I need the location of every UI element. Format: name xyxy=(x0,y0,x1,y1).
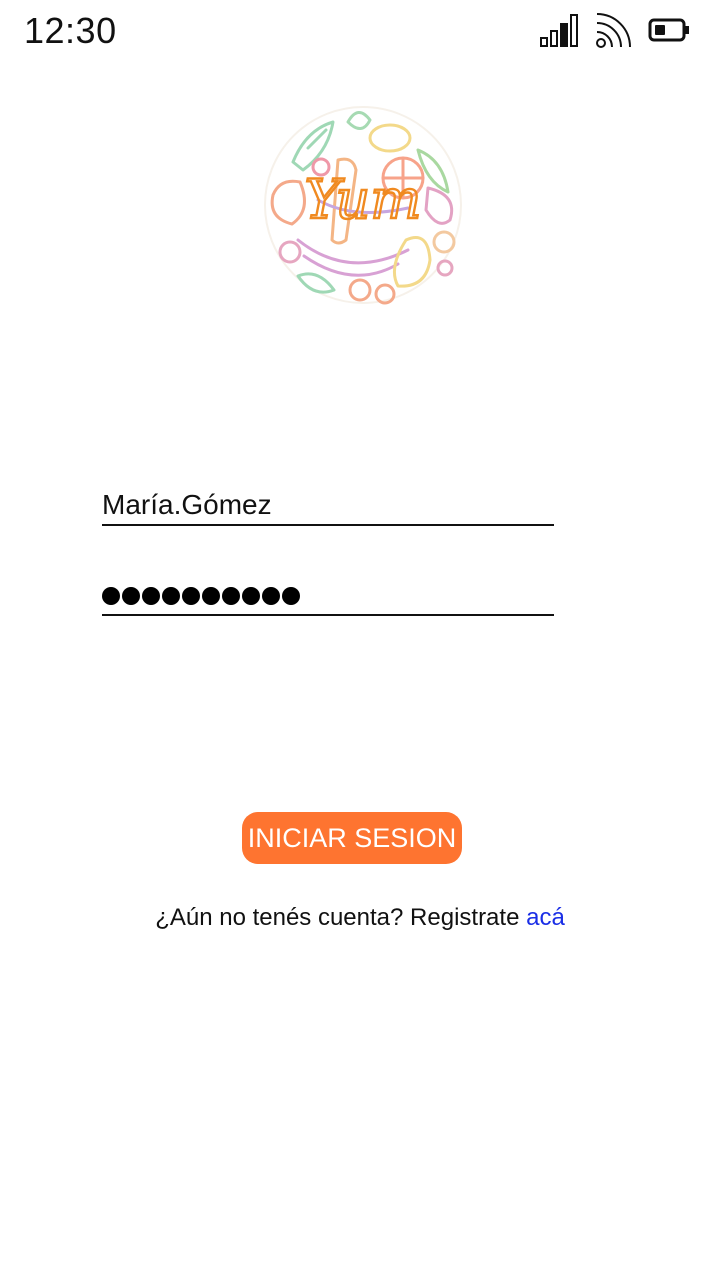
status-time: 12:30 xyxy=(24,10,117,51)
register-link[interactable]: acá xyxy=(526,904,565,931)
password-mask-dot xyxy=(142,587,160,605)
battery-icon xyxy=(648,18,689,42)
password-field[interactable] xyxy=(102,578,554,616)
register-prompt-text: ¿Aún no tenés cuenta? Registrate xyxy=(155,904,520,931)
username-field[interactable] xyxy=(102,486,554,526)
password-mask-dot xyxy=(122,587,140,605)
password-mask-dot xyxy=(202,587,220,605)
wifi-icon xyxy=(596,13,631,48)
status-icons xyxy=(540,10,690,50)
password-mask-dot xyxy=(282,587,300,605)
yum-logo: Yum xyxy=(264,106,462,305)
password-mask-dot xyxy=(162,587,180,605)
logo-wordmark: Yum xyxy=(305,168,422,231)
login-button[interactable]: INICIAR SESION xyxy=(242,812,462,864)
cellular-signal-icon xyxy=(540,14,578,47)
register-prompt: ¿Aún no tenés cuenta? Registrate acá xyxy=(0,904,720,932)
password-mask-dot xyxy=(262,587,280,605)
status-bar: 12:30 xyxy=(0,0,720,64)
username-input[interactable] xyxy=(102,486,554,524)
password-mask-dot xyxy=(242,587,260,605)
password-mask-dot xyxy=(182,587,200,605)
password-mask-dot xyxy=(222,587,240,605)
password-mask-dot xyxy=(102,587,120,605)
password-input[interactable] xyxy=(102,578,554,614)
